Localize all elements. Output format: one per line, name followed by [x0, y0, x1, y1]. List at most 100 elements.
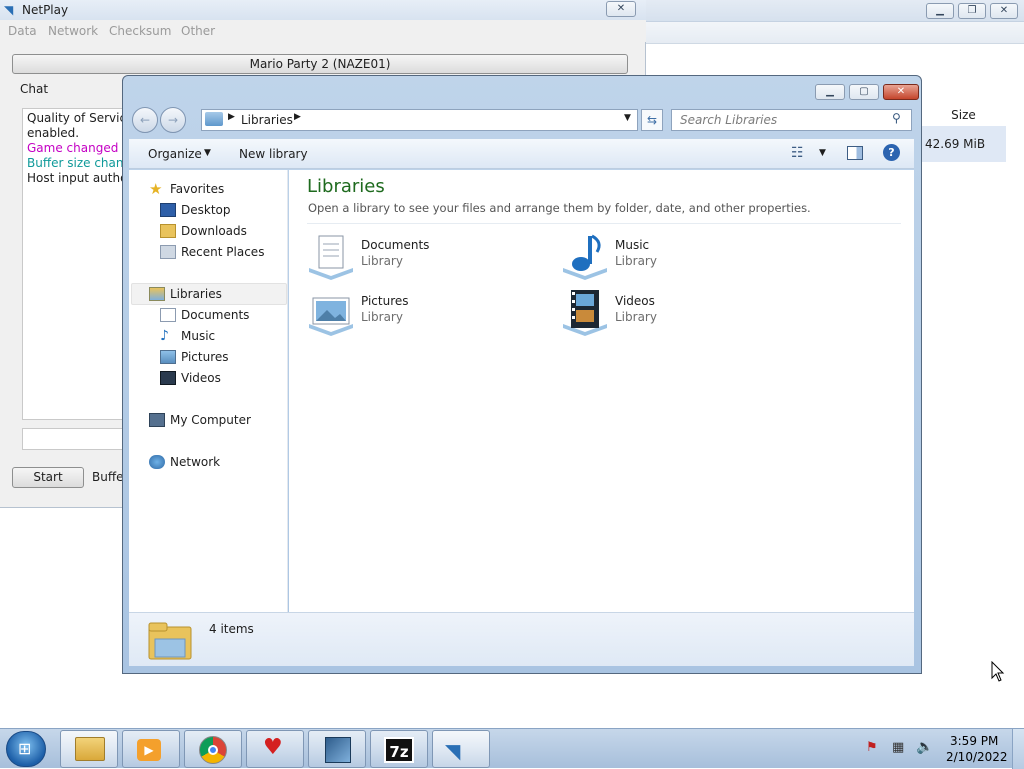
- preview-pane-icon[interactable]: [847, 146, 863, 160]
- downloads-icon: [160, 224, 176, 238]
- recent-places-icon: [160, 245, 176, 259]
- background-window-toolbar: [646, 22, 1024, 44]
- taskbar-7zip[interactable]: 7z: [370, 730, 428, 768]
- library-type: Library: [615, 310, 657, 324]
- divider: [307, 223, 901, 224]
- windows-logo-icon: ⊞: [18, 739, 32, 758]
- clock-time[interactable]: 3:59 PM: [950, 734, 998, 748]
- page-title: Libraries: [307, 176, 385, 197]
- search-icon: ⚲: [892, 111, 901, 125]
- desktop-icon: [160, 203, 176, 217]
- page-description: Open a library to see your files and arr…: [308, 201, 811, 215]
- search-input[interactable]: Search Libraries: [671, 109, 912, 131]
- chrome-icon: [199, 736, 227, 764]
- taskbar-explorer[interactable]: [60, 730, 118, 768]
- details-pane: 4 items: [129, 612, 914, 666]
- documents-library-icon: [309, 235, 353, 280]
- 7zip-icon: 7z: [384, 737, 414, 763]
- chat-line: Host input authori: [27, 171, 132, 185]
- library-type: Library: [361, 254, 403, 268]
- view-dropdown-icon[interactable]: ▼: [819, 148, 826, 158]
- help-icon[interactable]: ?: [883, 144, 900, 161]
- address-dropdown-icon[interactable]: ▼: [624, 113, 631, 123]
- library-name: Music: [615, 238, 650, 252]
- library-name: Pictures: [361, 294, 409, 308]
- forward-button[interactable]: →: [160, 107, 186, 133]
- chat-line: Buffer size change: [27, 156, 132, 170]
- libraries-folder-icon: [148, 622, 192, 660]
- network-tray-icon[interactable]: ▦: [892, 740, 904, 755]
- menu-other[interactable]: Other: [181, 24, 215, 38]
- music-icon: ♪: [160, 328, 169, 344]
- breadcrumb-arrow-icon: ▶: [228, 112, 235, 122]
- maximize-button[interactable]: ❐: [958, 3, 986, 19]
- dolphin-icon: ◥: [4, 3, 14, 17]
- pictures-icon: [160, 350, 176, 364]
- network-icon: [149, 455, 165, 469]
- explorer-close-button[interactable]: ✕: [883, 84, 919, 100]
- show-desktop-button[interactable]: [1012, 729, 1024, 769]
- taskbar-chrome[interactable]: [184, 730, 242, 768]
- size-column-header[interactable]: Size: [920, 104, 1006, 126]
- videos-library-icon: [563, 290, 607, 336]
- library-name: Videos: [615, 294, 655, 308]
- game-select-button[interactable]: Mario Party 2 (NAZE01): [12, 54, 628, 74]
- chat-input[interactable]: [22, 428, 132, 450]
- view-options-icon[interactable]: ☷: [791, 145, 804, 161]
- back-button[interactable]: ←: [132, 107, 158, 133]
- library-name: Documents: [361, 238, 430, 252]
- explorer-icon: [75, 737, 105, 761]
- mouse-cursor-icon: [991, 661, 1005, 682]
- netplay-title: NetPlay: [22, 3, 69, 17]
- chat-log: Quality of Service enabled. Game changed…: [22, 108, 132, 420]
- chat-label: Chat: [20, 82, 49, 96]
- media-player-icon: ▶: [137, 739, 161, 761]
- menu-network[interactable]: Network: [48, 24, 98, 38]
- computer-icon: [149, 413, 165, 427]
- start-button[interactable]: Start: [12, 467, 84, 488]
- netplay-menubar: Data Network Checksum Other: [0, 20, 646, 42]
- refresh-button[interactable]: ⇆: [641, 109, 663, 131]
- size-cell[interactable]: 42.69 MiB: [920, 126, 1006, 162]
- taskbar-media-player[interactable]: ▶: [122, 730, 180, 768]
- menu-data[interactable]: Data: [8, 24, 37, 38]
- library-music[interactable]: Music Library: [561, 232, 801, 282]
- library-pictures[interactable]: Pictures Library: [307, 288, 547, 338]
- library-documents[interactable]: Documents Library: [307, 232, 547, 282]
- action-center-icon[interactable]: ⚑: [866, 740, 878, 755]
- taskbar-dolphin[interactable]: ◥: [432, 730, 490, 768]
- pictures-library-icon: [309, 297, 353, 336]
- netplay-titlebar: ◥ NetPlay ✕: [0, 0, 646, 20]
- menu-checksum[interactable]: Checksum: [109, 24, 171, 38]
- new-library-button[interactable]: New library: [239, 147, 308, 161]
- libraries-icon: [149, 287, 165, 301]
- breadcrumb-arrow-icon[interactable]: ▶: [294, 112, 301, 122]
- clock-date[interactable]: 2/10/2022: [946, 750, 1008, 764]
- breadcrumb-libraries[interactable]: Libraries: [241, 113, 293, 127]
- netplay-close-button[interactable]: ✕: [606, 1, 636, 17]
- library-videos[interactable]: Videos Library: [561, 288, 801, 338]
- item-count: 4 items: [209, 622, 254, 636]
- start-orb-button[interactable]: ⊞: [6, 731, 46, 767]
- volume-icon[interactable]: 🔈: [916, 739, 933, 755]
- library-type: Library: [361, 310, 403, 324]
- minimize-button[interactable]: ▁: [926, 3, 954, 19]
- chat-line: Quality of Service: [27, 111, 132, 125]
- library-type: Library: [615, 254, 657, 268]
- chat-line: enabled.: [27, 126, 80, 140]
- address-bar[interactable]: ▶ Libraries ▶ ▼: [201, 109, 638, 131]
- heart-app-icon: ♥: [263, 735, 283, 760]
- organize-button[interactable]: Organize: [148, 147, 202, 161]
- videos-icon: [160, 371, 176, 385]
- explorer-maximize-button[interactable]: ▢: [849, 84, 879, 100]
- music-library-icon: [563, 234, 607, 280]
- explorer-minimize-button[interactable]: ▁: [815, 84, 845, 100]
- taskbar-heart-app[interactable]: ♥: [246, 730, 304, 768]
- dolphin-icon: ◥: [445, 739, 461, 763]
- organize-dropdown-icon[interactable]: ▼: [204, 148, 211, 158]
- buffer-label: Buffe: [92, 470, 124, 484]
- chat-line: Game changed to: [27, 141, 132, 155]
- documents-icon: [160, 308, 176, 322]
- close-button[interactable]: ✕: [990, 3, 1018, 19]
- taskbar-virtualbox[interactable]: [308, 730, 366, 768]
